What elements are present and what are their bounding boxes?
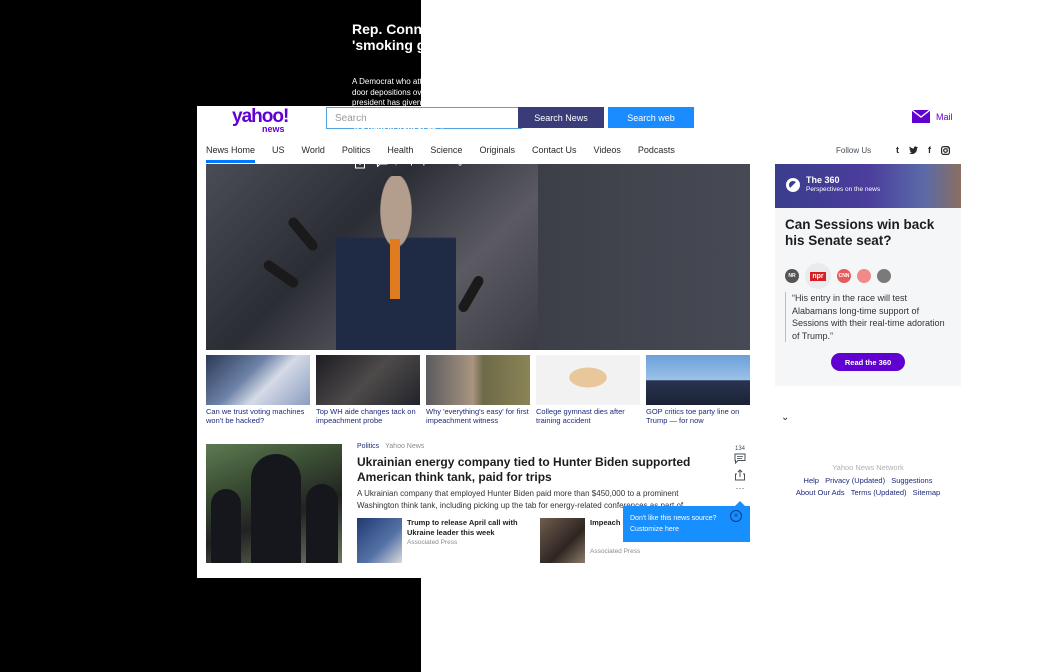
thumbnail-caption: Can we trust voting machines won't be ha… — [206, 407, 305, 425]
the-360-title[interactable]: Can Sessions win back his Senate seat? — [785, 217, 955, 249]
substory-title[interactable]: Impeach Ukrain of aid — [590, 518, 624, 548]
social-links: t f — [893, 145, 950, 155]
the-360-tagline: Perspectives on the news — [806, 186, 881, 193]
thumbnail-story[interactable]: College gymnast dies after training acci… — [536, 355, 640, 425]
read-the-360-button[interactable]: Read the 360 — [831, 353, 905, 371]
twitter-icon[interactable] — [909, 145, 918, 155]
black-margin-bottom — [197, 578, 421, 672]
facebook-icon[interactable]: f — [925, 145, 934, 155]
story-actions: 134 ··· — [733, 446, 747, 493]
hero-title[interactable]: Rep. Connolly: Dems have 'smoking gun' o… — [352, 21, 532, 53]
close-icon[interactable]: × — [730, 510, 742, 522]
substory-source: Associated Press — [407, 539, 458, 546]
thumbnail-story[interactable]: Can we trust voting machines won't be ha… — [206, 355, 310, 425]
substory-image[interactable] — [357, 518, 402, 563]
comment-count: 134 — [734, 446, 745, 452]
thumbnail-caption: GOP critics toe party line on Trump — fo… — [646, 407, 740, 425]
thumbnail-caption: Why 'everything's easy' for first impeac… — [426, 407, 529, 425]
mail-link[interactable]: Mail — [912, 110, 953, 123]
thumbnail-strip: Can we trust voting machines won't be ha… — [206, 355, 750, 425]
the-360-logo-icon — [786, 178, 800, 192]
substory-title[interactable]: Trump to release April call with Ukraine… — [407, 518, 527, 538]
footer-link-terms[interactable]: Terms (Updated) — [851, 488, 907, 497]
nav-item-videos[interactable]: Videos — [593, 144, 620, 160]
nav-item-us[interactable]: US — [272, 144, 285, 160]
search-web-button[interactable]: Search web — [608, 107, 694, 128]
share-icon[interactable] — [354, 157, 366, 169]
outlet-logo-npr: npr — [810, 271, 826, 281]
share-icon[interactable] — [734, 469, 746, 481]
substory-image[interactable] — [540, 518, 585, 563]
hero-text-panel — [538, 164, 750, 350]
nav-item-world[interactable]: World — [302, 144, 325, 160]
thumbnail-caption: College gymnast dies after training acci… — [536, 407, 625, 425]
outlet-logos: NR npr CNN — [785, 263, 891, 289]
hero-photo — [206, 164, 538, 350]
thumbnail-image — [646, 355, 750, 405]
mail-label: Mail — [936, 111, 953, 122]
the-360-quote: “His entry in the race will test Alabama… — [785, 292, 952, 342]
hero-link[interactable]: 'It's right in front of us' » — [352, 122, 445, 131]
footer-link-about-ads[interactable]: About Our Ads — [796, 488, 845, 497]
chevron-down-icon[interactable]: ⌄ — [781, 412, 789, 423]
thumbnail-story[interactable]: Top WH aide changes tack on impeachment … — [316, 355, 420, 425]
hero-photo-mic — [261, 258, 301, 290]
story-category[interactable]: Politics — [357, 443, 379, 450]
hero-description: A Democrat who attended most of the clos… — [352, 77, 522, 118]
search-news-button[interactable]: Search News — [518, 107, 604, 128]
follow-us-label: Follow Us — [836, 146, 872, 155]
comment-icon — [376, 157, 388, 167]
the-360-brand: The 360 — [806, 175, 840, 185]
story-source: Yahoo News — [385, 443, 425, 450]
nav-item-contact-us[interactable]: Contact Us — [532, 144, 577, 160]
thumbnail-caption: Top WH aide changes tack on impeachment … — [316, 407, 416, 425]
footer-row: Help Privacy (Updated) Suggestions — [775, 475, 961, 488]
story-image-figure — [306, 484, 338, 563]
footer-links: Yahoo News Network Help Privacy (Updated… — [775, 462, 961, 500]
hero-story[interactable] — [206, 164, 750, 350]
thumbnail-image — [536, 355, 640, 405]
footer-link-privacy[interactable]: Privacy (Updated) — [825, 476, 885, 485]
hero-reactions[interactable]: 1,563 people reacting — [376, 157, 462, 167]
nav-item-originals[interactable]: Originals — [479, 144, 515, 160]
more-options-icon[interactable]: ··· — [733, 484, 747, 493]
nav-item-news-home[interactable]: News Home — [206, 144, 256, 163]
thumbnail-image — [426, 355, 530, 405]
thumbnail-image — [316, 355, 420, 405]
footer-link-suggestions[interactable]: Suggestions — [891, 476, 932, 485]
hero-photo-mic — [286, 215, 320, 253]
tumblr-icon[interactable]: t — [893, 145, 902, 155]
comment-icon[interactable] — [734, 453, 746, 465]
outlet-logo-nr: NR — [785, 269, 799, 283]
story-meta: Politics Yahoo News — [357, 443, 424, 450]
instagram-icon[interactable] — [941, 145, 950, 155]
outlet-logo — [877, 269, 891, 283]
footer-link-help[interactable]: Help — [804, 476, 819, 485]
substory-source: Associated Press — [590, 548, 641, 555]
black-margin-left — [0, 0, 197, 672]
nav-item-podcasts[interactable]: Podcasts — [638, 144, 675, 160]
story-image[interactable] — [206, 444, 342, 563]
outlet-logo — [857, 269, 871, 283]
hero-reactions-count: 1,563 people reacting — [391, 158, 463, 166]
thumbnail-image — [206, 355, 310, 405]
outlet-logo-npr-wrap: npr — [805, 263, 831, 289]
mail-icon — [912, 110, 930, 123]
yahoo-news-logo[interactable]: yahoo! news — [232, 107, 292, 135]
tooltip-customize-link[interactable]: Customize here — [630, 524, 750, 535]
story-image-figure — [251, 454, 301, 563]
hero-photo-tie — [390, 239, 400, 299]
logo-sub-text: news — [262, 124, 285, 134]
thumbnail-story[interactable]: Why 'everything's easy' for first impeac… — [426, 355, 530, 425]
hero-photo-mic — [456, 274, 486, 314]
footer-row: About Our Ads Terms (Updated) Sitemap — [775, 487, 961, 500]
story-image-figure — [211, 489, 241, 563]
story-title[interactable]: Ukrainian energy company tied to Hunter … — [357, 455, 717, 484]
outlet-logo-cnn: CNN — [837, 269, 851, 283]
thumbnail-story[interactable]: GOP critics toe party line on Trump — fo… — [646, 355, 750, 425]
footer-network: Yahoo News Network — [832, 463, 904, 472]
footer-link-sitemap[interactable]: Sitemap — [913, 488, 941, 497]
